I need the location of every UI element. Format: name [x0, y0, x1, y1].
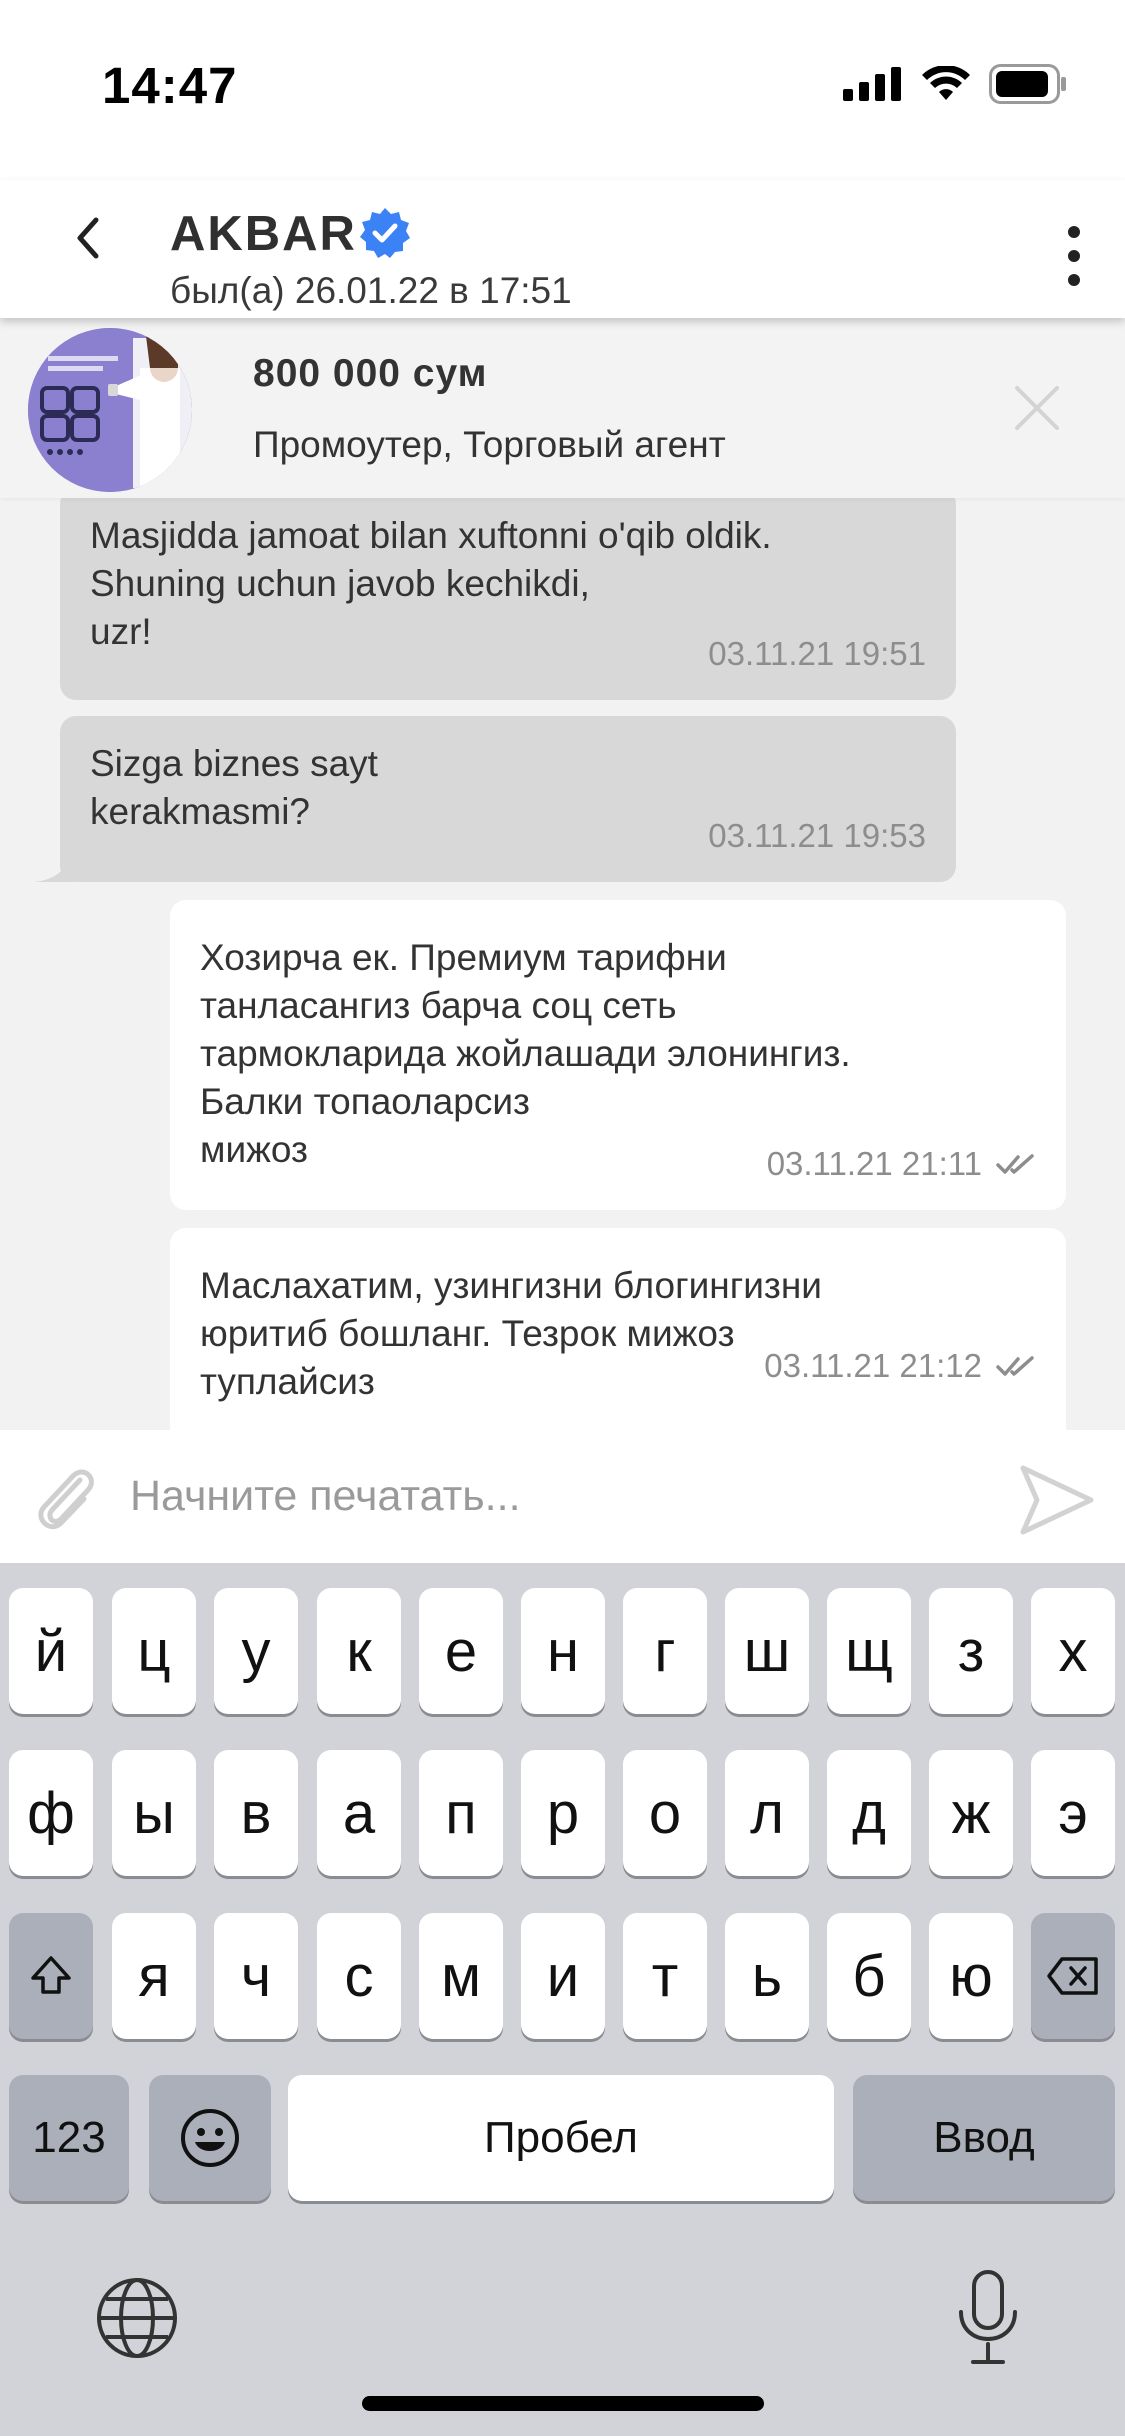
status-time: 14:47	[102, 57, 238, 114]
message-time: 03.11.21 21:12	[764, 1347, 982, 1384]
backspace-key[interactable]	[1031, 1913, 1115, 2039]
shift-icon	[31, 1956, 71, 1994]
status-icons	[843, 64, 1069, 104]
last-seen-status: был(а) 26.01.22 в 17:51	[170, 270, 572, 311]
numbers-key[interactable]: 123	[9, 2075, 129, 2201]
back-button[interactable]	[58, 208, 118, 268]
key[interactable]: ж	[929, 1750, 1013, 1876]
key[interactable]: ш	[725, 1588, 809, 1714]
key[interactable]: с	[317, 1913, 401, 2039]
job-thumbnail	[28, 328, 192, 492]
close-icon[interactable]	[1011, 382, 1063, 434]
key[interactable]: д	[827, 1750, 911, 1876]
more-dot	[1068, 226, 1080, 238]
emoji-key[interactable]	[149, 2075, 271, 2201]
key[interactable]: ф	[9, 1750, 93, 1876]
message-time: 03.11.21 21:11	[766, 1145, 982, 1182]
key[interactable]: о	[623, 1750, 707, 1876]
more-options-button[interactable]	[1049, 206, 1099, 306]
more-dot	[1068, 250, 1080, 262]
key[interactable]: х	[1031, 1588, 1115, 1714]
contact-name[interactable]: AKBAR	[170, 206, 357, 262]
message-list[interactable]: Masjidda jamoat bilan xuftonni o'qib old…	[0, 498, 1125, 1430]
key[interactable]: э	[1031, 1750, 1115, 1876]
message-incoming[interactable]: Sizga biznes sayt kerakmasmi? 03.11.21 1…	[60, 716, 956, 882]
key[interactable]: е	[419, 1588, 503, 1714]
key[interactable]: п	[419, 1750, 503, 1876]
key[interactable]: н	[521, 1588, 605, 1714]
job-salary: 800 000 сум	[253, 352, 488, 395]
key[interactable]: б	[827, 1913, 911, 2039]
key[interactable]: м	[419, 1913, 503, 2039]
key[interactable]: т	[623, 1913, 707, 2039]
message-outgoing[interactable]: Маслахатим, узингизни блогингизни юритиб…	[170, 1228, 1066, 1430]
job-banner[interactable]: 800 000 сум Промоутер, Торговый агент	[0, 322, 1125, 498]
status-bar: 14:47	[0, 0, 1125, 180]
key[interactable]: ю	[929, 1913, 1013, 2039]
verified-badge-icon	[360, 208, 410, 258]
message-incoming[interactable]: Masjidda jamoat bilan xuftonni o'qib old…	[60, 498, 956, 700]
key[interactable]: я	[112, 1913, 196, 2039]
key[interactable]: ц	[112, 1588, 196, 1714]
more-dot	[1068, 274, 1080, 286]
key[interactable]: ы	[112, 1750, 196, 1876]
globe-icon[interactable]	[94, 2275, 180, 2361]
message-meta: 03.11.21 19:51	[708, 630, 926, 678]
message-meta: 03.11.21 19:53	[708, 812, 926, 860]
backspace-icon	[1047, 1957, 1098, 1995]
message-time: 03.11.21 19:53	[708, 817, 926, 854]
key[interactable]: г	[623, 1588, 707, 1714]
message-text: Хозирча ек. Премиум тарифни танласангиз …	[200, 937, 851, 1170]
key[interactable]: ч	[214, 1913, 298, 2039]
key[interactable]: а	[317, 1750, 401, 1876]
shift-key[interactable]	[9, 1913, 93, 2039]
message-time: 03.11.21 19:51	[708, 635, 926, 672]
message-meta: 03.11.21 21:12	[764, 1342, 1036, 1390]
return-key[interactable]: Ввод	[853, 2075, 1115, 2201]
home-indicator[interactable]	[362, 2396, 764, 2411]
key[interactable]: з	[929, 1588, 1013, 1714]
cellular-signal-icon	[843, 67, 901, 101]
job-title: Промоутер, Торговый агент	[253, 424, 726, 465]
message-composer	[0, 1430, 1125, 1563]
key[interactable]: щ	[827, 1588, 911, 1714]
on-screen-keyboard: й ц у к е н г ш щ з х ф ы в а п р о л д …	[0, 1563, 1125, 2436]
key[interactable]: л	[725, 1750, 809, 1876]
microphone-icon[interactable]	[953, 2268, 1023, 2368]
double-check-icon	[996, 1154, 1034, 1174]
battery-icon	[989, 64, 1066, 104]
chat-header: AKBAR был(а) 26.01.22 в 17:51	[0, 180, 1125, 318]
key[interactable]: и	[521, 1913, 605, 2039]
wifi-icon	[922, 66, 970, 100]
key[interactable]: у	[214, 1588, 298, 1714]
paperclip-icon[interactable]	[28, 1460, 104, 1536]
key[interactable]: к	[317, 1588, 401, 1714]
message-meta: 03.11.21 21:11	[767, 1140, 1036, 1188]
chevron-left-icon	[77, 217, 99, 259]
key[interactable]: в	[214, 1750, 298, 1876]
message-outgoing[interactable]: Хозирча ек. Премиум тарифни танласангиз …	[170, 900, 1066, 1210]
key[interactable]: ь	[725, 1913, 809, 2039]
emoji-icon	[181, 2109, 239, 2167]
send-icon[interactable]	[1017, 1462, 1097, 1538]
space-key[interactable]: Пробел	[288, 2075, 834, 2201]
key[interactable]: й	[9, 1588, 93, 1714]
key[interactable]: р	[521, 1750, 605, 1876]
message-input[interactable]	[130, 1458, 970, 1534]
double-check-icon	[996, 1356, 1034, 1376]
